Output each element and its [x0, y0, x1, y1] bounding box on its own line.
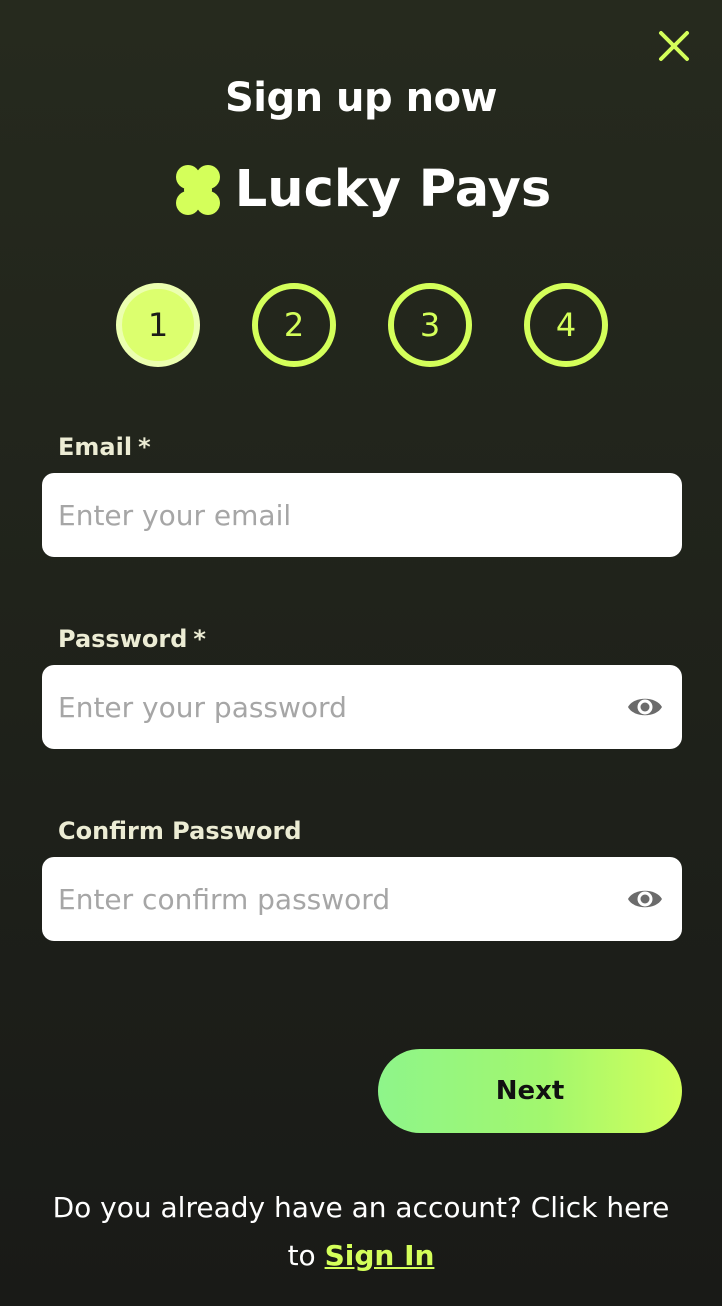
step-3[interactable]: 3: [388, 283, 472, 367]
page-title: Sign up now: [225, 75, 498, 121]
confirm-password-field-container: [42, 857, 682, 941]
eye-icon[interactable]: [626, 689, 664, 725]
required-mark: *: [138, 433, 151, 461]
sign-in-link[interactable]: Sign In: [325, 1239, 435, 1272]
email-label: Email *: [58, 432, 151, 462]
confirm-password-label: Confirm Password: [58, 816, 302, 846]
clover-logo-icon: [175, 165, 220, 215]
required-mark: *: [193, 625, 206, 653]
password-field-container: [42, 665, 682, 749]
step-1[interactable]: 1: [116, 283, 200, 367]
close-icon: [659, 31, 689, 61]
close-button[interactable]: [656, 28, 692, 64]
step-4[interactable]: 4: [524, 283, 608, 367]
email-field[interactable]: [58, 473, 618, 557]
password-label: Password *: [58, 624, 206, 654]
email-label-text: Email: [58, 433, 133, 461]
sign-in-prompt: Do you already have an account? Click he…: [40, 1184, 682, 1280]
confirm-password-label-text: Confirm Password: [58, 817, 302, 845]
eye-icon[interactable]: [626, 881, 664, 917]
email-field-container: [42, 473, 682, 557]
brand-logo: Lucky Pays: [0, 158, 722, 222]
password-field[interactable]: [58, 665, 618, 749]
confirm-password-field[interactable]: [58, 857, 618, 941]
password-label-text: Password: [58, 625, 188, 653]
next-button[interactable]: Next: [378, 1049, 682, 1133]
step-indicator: 1 2 3 4: [0, 283, 722, 367]
brand-name: Lucky Pays: [234, 160, 552, 219]
step-2[interactable]: 2: [252, 283, 336, 367]
